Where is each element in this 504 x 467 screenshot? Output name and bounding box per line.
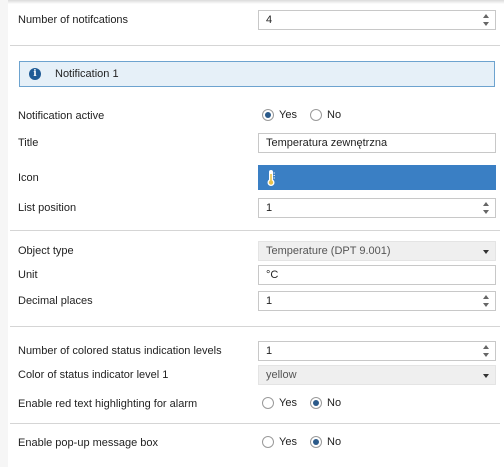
number-of-notifications-value: 4 [266, 14, 273, 26]
notification-active-yes-radio[interactable] [262, 109, 274, 122]
spinner-icon[interactable] [483, 201, 490, 215]
top-shadow [0, 0, 504, 4]
row-unit: Unit °C [0, 264, 504, 286]
unit-input[interactable]: °C [258, 265, 496, 285]
row-object-type: Object type Temperature (DPT 9.001) [0, 240, 504, 262]
chevron-down-icon[interactable] [483, 250, 489, 254]
object-type-value: Temperature (DPT 9.001) [266, 245, 391, 257]
status-levels-label: Number of colored status indication leve… [18, 345, 222, 357]
row-list-position: List position 1 [0, 197, 504, 219]
separator [10, 45, 500, 46]
number-of-notifications-stepper[interactable]: 4 [258, 10, 496, 30]
separator [10, 326, 500, 327]
status-levels-value: 1 [266, 345, 273, 357]
icon-picker[interactable] [258, 165, 496, 190]
row-red-text: Enable red text highlighting for alarm Y… [0, 393, 504, 415]
unit-label: Unit [18, 269, 38, 281]
notification-header-title: Notification 1 [55, 68, 119, 80]
row-title: Title Temperatura zewnętrzna [0, 132, 504, 154]
red-text-yes-radio[interactable] [262, 397, 274, 410]
number-of-notifications-label: Number of notifcations [18, 14, 129, 26]
row-status-levels: Number of colored status indication leve… [0, 340, 504, 362]
parameter-panel: Number of notifcations 4 i Notification … [0, 0, 504, 467]
status-color-select[interactable]: yellow [258, 365, 496, 385]
row-notification-active: Notification active Yes No [0, 105, 504, 127]
popup-yes-label[interactable]: Yes [279, 436, 297, 448]
decimal-places-stepper[interactable]: 1 [258, 291, 496, 311]
row-popup: Enable pop-up message box Yes No [0, 432, 504, 454]
separator [10, 423, 500, 424]
notification-active-radio-group: Yes No [262, 109, 351, 123]
list-position-value: 1 [266, 202, 273, 214]
object-type-select[interactable]: Temperature (DPT 9.001) [258, 241, 496, 261]
red-text-no-radio[interactable] [310, 397, 323, 410]
title-value: Temperatura zewnętrzna [266, 137, 388, 149]
spinner-icon[interactable] [483, 294, 490, 308]
notification-active-no-label[interactable]: No [327, 109, 341, 121]
popup-radio-group: Yes No [262, 436, 351, 450]
decimal-places-value: 1 [266, 295, 273, 307]
title-input[interactable]: Temperatura zewnętrzna [258, 133, 496, 153]
list-position-label: List position [18, 202, 77, 214]
object-type-label: Object type [18, 245, 74, 257]
row-icon: Icon [0, 165, 504, 190]
spinner-icon[interactable] [483, 13, 490, 27]
row-number-of-notifications: Number of notifcations 4 [0, 9, 504, 31]
notification-active-label: Notification active [18, 110, 105, 122]
row-status-color: Color of status indicator level 1 yellow [0, 364, 504, 386]
row-decimal-places: Decimal places 1 [0, 290, 504, 312]
status-color-label: Color of status indicator level 1 [18, 369, 169, 381]
popup-yes-radio[interactable] [262, 436, 274, 449]
notification-active-yes-label[interactable]: Yes [279, 109, 297, 121]
popup-no-radio[interactable] [310, 436, 323, 449]
unit-value: °C [266, 269, 279, 281]
thermometer-icon [267, 170, 275, 186]
separator [10, 230, 500, 231]
decimal-places-label: Decimal places [18, 295, 93, 307]
icon-label: Icon [18, 171, 39, 184]
spinner-icon[interactable] [483, 344, 490, 358]
status-levels-stepper[interactable]: 1 [258, 341, 496, 361]
red-text-yes-label[interactable]: Yes [279, 397, 297, 409]
title-label: Title [18, 137, 39, 149]
red-text-no-label[interactable]: No [327, 397, 341, 409]
notification-active-no-radio[interactable] [310, 109, 323, 122]
popup-label: Enable pop-up message box [18, 437, 159, 449]
status-color-value: yellow [266, 369, 297, 381]
notification-header: i Notification 1 [19, 61, 495, 87]
info-icon: i [29, 68, 41, 80]
popup-no-label[interactable]: No [327, 436, 341, 448]
chevron-down-icon[interactable] [483, 374, 489, 378]
red-text-label: Enable red text highlighting for alarm [18, 398, 198, 410]
red-text-radio-group: Yes No [262, 397, 351, 411]
list-position-stepper[interactable]: 1 [258, 198, 496, 218]
